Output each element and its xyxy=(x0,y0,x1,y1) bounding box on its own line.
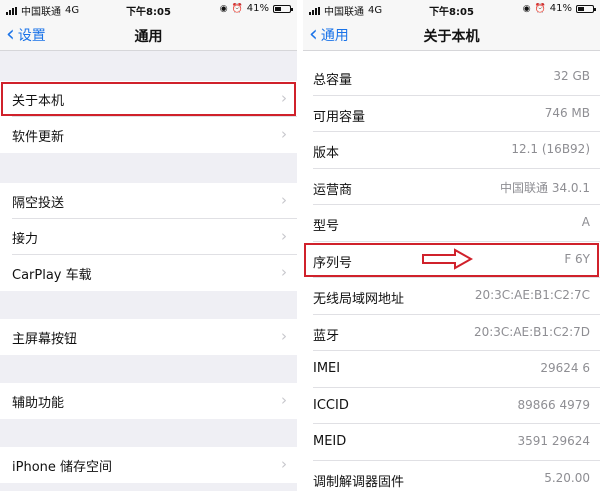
settings-row[interactable]: CarPlay 车载 › xyxy=(0,255,297,291)
battery-icon xyxy=(273,4,293,13)
section-gap xyxy=(0,355,297,383)
info-row-value: 32 GB xyxy=(553,69,590,83)
settings-row[interactable]: iPhone 储存空间 › xyxy=(0,447,297,483)
chevron-right-icon: › xyxy=(281,227,287,245)
battery-percent: 41% xyxy=(549,3,572,14)
about-screen: 中国联通 4G 下午8:05 ◉ ⏰ 41% ‹ 通用 关于本机 总容量 32 G… xyxy=(303,0,600,491)
info-row-label: 可用容量 xyxy=(313,109,366,125)
info-row: 调制解调器固件 5.20.00 xyxy=(303,461,600,491)
settings-row-label: 隔空投送 xyxy=(12,196,65,211)
info-row-label: ICCID xyxy=(313,397,349,413)
alarm-icon: ⏰ xyxy=(231,3,243,14)
chevron-right-icon: › xyxy=(281,391,287,409)
chevron-right-icon: › xyxy=(281,89,287,107)
info-row-value: 3591 29624 xyxy=(517,434,590,448)
info-row: ICCID 89866 4979 xyxy=(303,388,600,424)
about-info-list: 总容量 32 GB 可用容量 746 MB 版本 12.1 (16B92) 运营商 中国联通 … xyxy=(303,51,600,491)
settings-group: 辅助功能 › xyxy=(0,383,297,419)
navigation-bar: ‹ 通用 关于本机 xyxy=(303,18,600,51)
page-title: 通用 xyxy=(134,29,163,45)
info-row: 蓝牙 20:3C:AE:B1:C2:7D xyxy=(303,315,600,351)
battery-icon xyxy=(576,4,596,13)
info-row-value: 746 MB xyxy=(544,105,590,120)
page-title: 关于本机 xyxy=(423,29,480,45)
settings-group: iPhone 储存空间 › xyxy=(0,447,297,483)
settings-row-label: iPhone 储存空间 xyxy=(12,460,113,475)
section-gap xyxy=(0,419,297,447)
settings-list: 关于本机 › 软件更新 › 隔空投送 › 接力 › CarPlay 车载 › 主屏幕按钮 › 辅助功能 ›… xyxy=(0,51,297,483)
battery-percent: 41% xyxy=(246,3,269,14)
info-row: MEID 3591 29624 xyxy=(303,424,600,461)
info-row: 型号 A xyxy=(303,205,600,242)
info-row: 可用容量 746 MB xyxy=(303,96,600,132)
settings-row[interactable]: 隔空投送 › xyxy=(0,183,297,219)
lock-rotation-icon: ◉ xyxy=(522,3,531,14)
info-row-label: MEID xyxy=(313,434,347,449)
settings-row-label: 软件更新 xyxy=(12,130,65,145)
section-gap xyxy=(0,153,297,183)
info-row: 无线局域网地址 20:3C:AE:B1:C2:7C xyxy=(303,278,600,315)
section-gap xyxy=(0,291,297,319)
info-row-label: 总容量 xyxy=(313,73,353,88)
info-row-label: 版本 xyxy=(313,146,340,161)
chevron-right-icon: › xyxy=(281,455,287,473)
settings-row-label: 辅助功能 xyxy=(12,396,65,411)
chevron-right-icon: › xyxy=(281,263,287,281)
info-row-label: 无线局域网地址 xyxy=(313,292,405,307)
info-row-label: 序列号 xyxy=(313,255,353,271)
settings-group: 主屏幕按钮 › xyxy=(0,319,297,355)
settings-row[interactable]: 主屏幕按钮 › xyxy=(0,319,297,355)
settings-row-label: 关于本机 xyxy=(12,94,65,109)
info-row-value: 12.1 (16B92) xyxy=(511,142,590,156)
status-bar: 中国联通 4G 下午8:05 ◉ ⏰ 41% xyxy=(303,0,600,18)
red-arrow-icon xyxy=(422,247,473,270)
chevron-right-icon: › xyxy=(281,125,287,143)
info-row: 版本 12.1 (16B92) xyxy=(303,132,600,169)
info-row: IMEI 29624 6 xyxy=(303,351,600,388)
settings-group: 隔空投送 › 接力 › CarPlay 车载 › xyxy=(0,183,297,291)
info-row-label: IMEI xyxy=(313,361,341,376)
info-row-label: 蓝牙 xyxy=(313,328,340,344)
info-row: 序列号 F 6Y xyxy=(303,242,600,278)
status-bar: 中国联通 4G 下午8:05 ◉ ⏰ 41% xyxy=(0,0,297,18)
alarm-icon: ⏰ xyxy=(534,3,546,14)
list-top-spacer xyxy=(303,51,600,59)
info-row: 总容量 32 GB xyxy=(303,59,600,96)
info-row: 运营商 中国联通 34.0.1 xyxy=(303,169,600,205)
chevron-right-icon: › xyxy=(281,191,287,209)
info-row-value: 89866 4979 xyxy=(517,397,590,412)
info-row-value: 20:3C:AE:B1:C2:7C xyxy=(474,288,590,302)
info-row-label: 运营商 xyxy=(313,182,353,198)
info-row-value: A xyxy=(581,215,590,229)
info-row-value: 中国联通 34.0.1 xyxy=(500,180,590,195)
lock-rotation-icon: ◉ xyxy=(219,3,228,14)
settings-group: 关于本机 › 软件更新 › xyxy=(0,81,297,153)
navigation-bar: ‹ 设置 通用 xyxy=(0,18,297,51)
info-row-value: 29624 6 xyxy=(540,361,590,375)
settings-row[interactable]: 软件更新 › xyxy=(0,117,297,153)
info-row-label: 调制解调器固件 xyxy=(313,474,405,490)
section-gap xyxy=(0,51,297,81)
settings-row[interactable]: 关于本机 › xyxy=(0,81,297,117)
info-row-value: 5.20.00 xyxy=(544,470,590,485)
settings-row[interactable]: 接力 › xyxy=(0,219,297,255)
settings-row-label: CarPlay 车载 xyxy=(12,268,92,283)
settings-row-label: 接力 xyxy=(12,232,39,247)
settings-row[interactable]: 辅助功能 › xyxy=(0,383,297,419)
settings-row-label: 主屏幕按钮 xyxy=(12,332,78,347)
info-row-value: F 6Y xyxy=(564,251,590,266)
info-row-label: 型号 xyxy=(313,219,340,234)
general-settings-screen: 中国联通 4G 下午8:05 ◉ ⏰ 41% ‹ 设置 通用 关于本机 › 软件更新… xyxy=(0,0,297,491)
chevron-right-icon: › xyxy=(281,327,287,345)
info-row-value: 20:3C:AE:B1:C2:7D xyxy=(473,324,590,339)
